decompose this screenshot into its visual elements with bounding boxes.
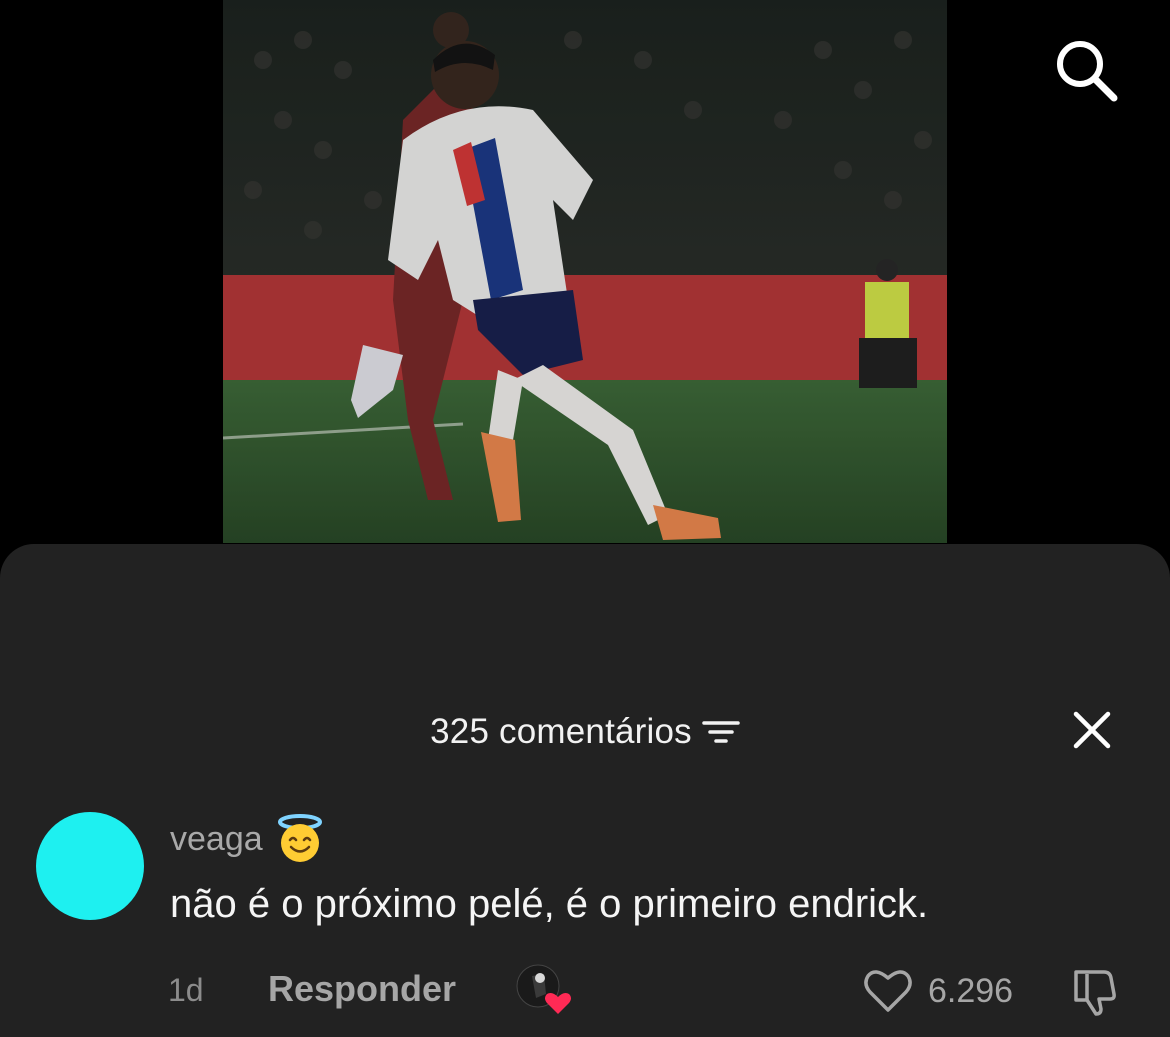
like-count: 6.296 bbox=[928, 972, 1014, 1010]
post-photo bbox=[223, 0, 947, 543]
like-button[interactable] bbox=[862, 966, 914, 1014]
comment-author-row: veaga bbox=[170, 814, 323, 864]
comments-count: 325 comentários bbox=[430, 712, 692, 751]
comments-sort-button[interactable]: 325 comentários bbox=[430, 712, 740, 752]
comment-username[interactable]: veaga bbox=[170, 820, 263, 859]
close-icon bbox=[1073, 711, 1111, 749]
dislike-button[interactable] bbox=[1070, 964, 1124, 1018]
video-area[interactable] bbox=[0, 0, 1170, 560]
thumbs-down-icon bbox=[1074, 970, 1116, 1016]
close-button[interactable] bbox=[1068, 706, 1116, 754]
comment-text: não é o próximo pelé, é o primeiro endri… bbox=[170, 882, 929, 926]
comment-time: 1d bbox=[168, 972, 204, 1008]
heart-icon bbox=[864, 970, 912, 1012]
smiling-face-with-halo-icon bbox=[277, 814, 322, 862]
creator-liked-badge bbox=[516, 964, 574, 1016]
comments-header: 325 comentários bbox=[0, 710, 1170, 754]
post-photo-image bbox=[223, 0, 947, 543]
search-button[interactable] bbox=[1052, 36, 1120, 104]
comment-avatar[interactable] bbox=[36, 812, 144, 920]
creator-avatar-heart-icon bbox=[516, 964, 571, 1014]
reply-button[interactable]: Responder bbox=[268, 968, 456, 1010]
comments-sheet: 325 comentários veaga não é o próximo pe… bbox=[0, 544, 1170, 1037]
filter-icon bbox=[702, 721, 740, 743]
comment-actions: 1d Responder 6.296 bbox=[0, 962, 1170, 1018]
search-icon bbox=[1057, 41, 1118, 102]
